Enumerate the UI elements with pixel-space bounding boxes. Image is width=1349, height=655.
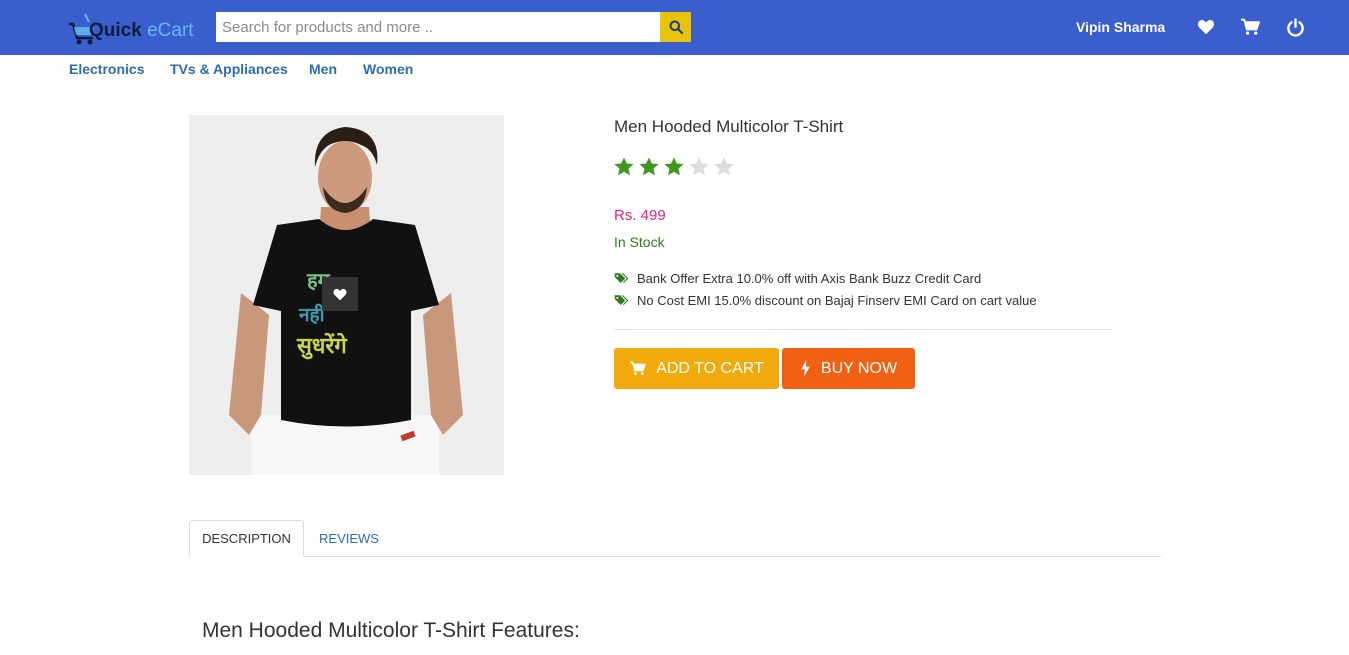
cart-icon <box>1241 18 1260 35</box>
add-to-cart-button[interactable]: ADD TO CART <box>614 348 779 389</box>
search-button[interactable] <box>660 12 691 42</box>
star-filled-icon <box>614 157 634 176</box>
star-filled-icon <box>664 157 684 176</box>
buy-now-label: BUY NOW <box>820 359 898 377</box>
buy-now-button[interactable]: BUY NOW <box>782 348 915 389</box>
tab-description[interactable]: DESCRIPTION <box>189 520 304 557</box>
add-to-cart-label: ADD TO CART <box>656 359 764 377</box>
top-header: Quick eCart Vipin Sharma <box>0 0 1349 55</box>
power-icon <box>1286 17 1304 37</box>
heart-icon <box>333 288 347 300</box>
product-price: Rs. 499 <box>614 207 666 224</box>
add-to-wishlist-button[interactable] <box>322 277 358 311</box>
offer-item: Bank Offer Extra 10.0% off with Axis Ban… <box>614 271 981 286</box>
star-empty-icon <box>714 157 734 176</box>
stock-status: In Stock <box>614 234 665 250</box>
nav-tvs-appliances[interactable]: TVs & Appliances <box>170 61 288 77</box>
search-input[interactable] <box>216 12 660 42</box>
offer-item: No Cost EMI 15.0% discount on Bajaj Fins… <box>614 293 1037 308</box>
tags-icon <box>614 295 629 305</box>
offer-text: No Cost EMI 15.0% discount on Bajaj Fins… <box>637 293 1037 308</box>
wishlist-button[interactable] <box>1195 16 1217 38</box>
product-title: Men Hooded Multicolor T-Shirt <box>614 117 844 136</box>
logo-ecart-text: eCart <box>147 20 194 41</box>
star-filled-icon <box>639 157 659 176</box>
user-name-link[interactable]: Vipin Sharma <box>1076 19 1165 35</box>
quick-ecart-logo[interactable]: Quick eCart <box>67 12 207 46</box>
rating-stars <box>613 156 735 178</box>
tags-icon <box>614 273 629 283</box>
nav-men[interactable]: Men <box>309 61 337 77</box>
nav-women[interactable]: Women <box>363 61 413 77</box>
tab-reviews[interactable]: REVIEWS <box>304 520 394 557</box>
divider <box>614 329 1112 330</box>
logout-button[interactable] <box>1284 16 1306 38</box>
cart-icon <box>630 361 646 375</box>
search-icon <box>669 20 683 34</box>
features-heading: Men Hooded Multicolor T-Shirt Features: <box>202 619 580 642</box>
offer-text: Bank Offer Extra 10.0% off with Axis Ban… <box>637 271 982 286</box>
heart-icon <box>1197 20 1215 35</box>
bolt-icon <box>801 360 810 377</box>
logo-quick-text: Quick <box>89 20 142 41</box>
nav-electronics[interactable]: Electronics <box>69 61 144 77</box>
svg-text:सुधरेंगे: सुधरेंगे <box>296 332 348 360</box>
star-empty-icon <box>689 157 709 176</box>
cart-button[interactable] <box>1239 16 1261 38</box>
